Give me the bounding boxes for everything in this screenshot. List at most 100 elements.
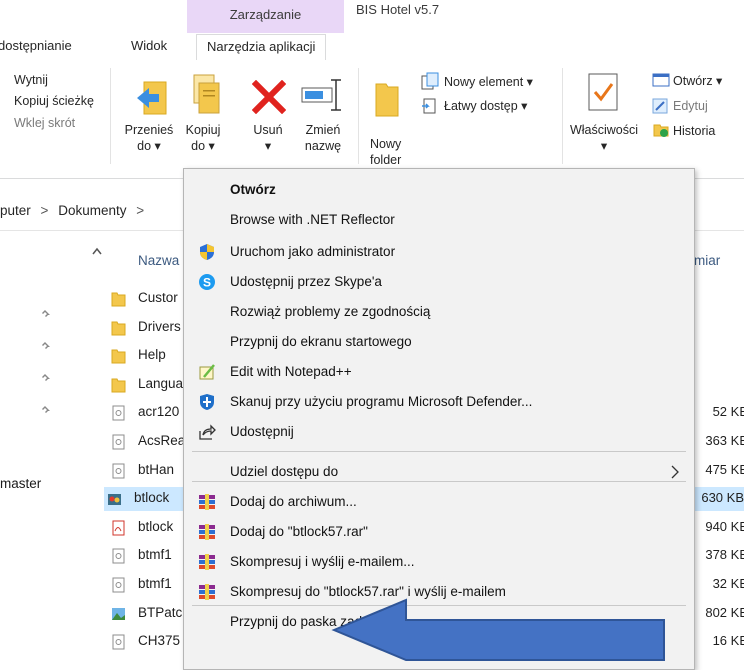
copy-to-icon: [193, 74, 220, 114]
menu-item[interactable]: Rozwiąż problemy ze zgodnością: [230, 304, 430, 319]
file-name: Drivers: [138, 318, 181, 334]
menu-item[interactable]: Dodaj do archiwum...: [230, 494, 357, 509]
context-menu: Otwórz Browse with .NET Reflector Uruchom …: [183, 168, 695, 670]
nav-pane-item[interactable]: master: [0, 476, 41, 491]
annotation-arrow: [331, 598, 665, 661]
new-item-button[interactable]: Nowy element ▾: [444, 74, 533, 90]
tab-application-tools[interactable]: Narzędzia aplikacji: [196, 34, 327, 61]
file-name: CH375: [138, 633, 181, 649]
notepad-plus-plus-icon: [199, 364, 215, 380]
move-to-label[interactable]: Przenieś: [120, 122, 178, 138]
paste-shortcut-button[interactable]: Wklej skrót: [14, 115, 75, 131]
copy-to-dropdown[interactable]: do ▾: [178, 138, 228, 154]
ribbon-tab-row: dostępnianie Widok Narzędzia aplikacji: [0, 34, 744, 61]
new-folder-label-2[interactable]: folder: [370, 152, 401, 168]
file-name: btHan: [138, 461, 175, 477]
menu-item[interactable]: Skanuj przy użyciu programu Microsoft De…: [230, 394, 532, 409]
file-icon: [112, 434, 125, 450]
delete-label[interactable]: Usuń: [246, 122, 290, 138]
file-name: btmf1: [138, 547, 172, 563]
ribbon-separator: [562, 68, 563, 164]
window-title: BIS Hotel v5.7: [356, 2, 440, 17]
contextual-tab-group-header: Zarządzanie: [187, 0, 344, 33]
skype-icon: S: [199, 274, 215, 290]
properties-icon: [588, 73, 618, 111]
pdf-icon: [112, 520, 125, 536]
menu-item[interactable]: Udostępnij: [230, 424, 294, 439]
new-folder-label[interactable]: Nowy: [370, 136, 401, 152]
new-folder-icon: [375, 83, 399, 117]
column-header-name[interactable]: Nazwa: [138, 253, 179, 268]
edit-button[interactable]: Edytuj: [673, 98, 708, 114]
tab-sharing[interactable]: dostępnianie: [0, 34, 72, 60]
pin-icon[interactable]: [40, 308, 52, 320]
pin-icon[interactable]: [40, 372, 52, 384]
edit-icon: [652, 98, 668, 114]
breadcrumb-separator: >: [40, 203, 49, 218]
properties-label[interactable]: Właściwości: [566, 122, 642, 138]
breadcrumb-computer[interactable]: puter: [0, 203, 31, 218]
svg-text:S: S: [203, 276, 211, 290]
menu-separator: [192, 451, 686, 452]
defender-icon: [200, 394, 214, 410]
menu-item[interactable]: Udostępnij przez Skype'a: [230, 274, 382, 289]
new-item-icon: [421, 72, 439, 90]
share-icon: [199, 424, 216, 440]
file-name: btlock: [134, 490, 170, 506]
file-name: acr120: [138, 404, 180, 420]
easy-access-button[interactable]: Łatwy dostęp ▾: [444, 98, 527, 114]
menu-item[interactable]: Browse with .NET Reflector: [230, 212, 395, 227]
scroll-up-icon[interactable]: [92, 247, 102, 255]
breadcrumb-documents[interactable]: Dokumenty: [58, 203, 126, 218]
folder-icon: [111, 378, 126, 393]
menu-item[interactable]: Otwórz: [230, 182, 276, 197]
folder-icon: [111, 292, 126, 307]
app-icon: [108, 494, 121, 506]
file-icon: [112, 577, 125, 593]
history-icon: [653, 124, 669, 137]
file-icon: [112, 405, 125, 421]
file-name: AcsRea: [138, 433, 186, 448]
menu-item[interactable]: Dodaj do "btlock57.rar": [230, 524, 368, 539]
menu-item[interactable]: Uruchom jako administrator: [230, 244, 395, 259]
file-name: Langua: [138, 375, 184, 391]
copy-to-label[interactable]: Kopiuj: [178, 122, 228, 138]
image-file-icon: [112, 607, 125, 620]
shield-icon: [200, 244, 214, 260]
winrar-icon: [199, 554, 215, 570]
menu-item[interactable]: Udziel dostępu do: [230, 464, 338, 479]
history-button[interactable]: Historia: [673, 123, 715, 139]
rename-label[interactable]: Zmień: [296, 122, 350, 138]
menu-item[interactable]: Skompresuj i wyślij e-mailem...: [230, 554, 415, 569]
move-to-icon: [137, 81, 167, 115]
move-to-dropdown[interactable]: do ▾: [120, 138, 178, 154]
rename-icon: [301, 79, 341, 111]
pin-icon[interactable]: [40, 340, 52, 352]
properties-dropdown[interactable]: ▾: [566, 138, 642, 154]
menu-separator: [192, 481, 686, 482]
folder-icon: [111, 321, 126, 336]
pin-icon[interactable]: [40, 404, 52, 416]
menu-item[interactable]: Przypnij do ekranu startowego: [230, 334, 412, 349]
ribbon-body: Wytnij Kopiuj ścieżkę Wklej skrót Przeni…: [0, 60, 744, 179]
address-bar[interactable]: puter > Dokumenty >: [0, 203, 144, 218]
file-name: btlock: [138, 518, 174, 534]
file-name: BTPatc: [138, 604, 183, 620]
winrar-icon: [199, 524, 215, 540]
file-name: Custor: [138, 290, 178, 305]
delete-dropdown[interactable]: ▾: [246, 138, 290, 154]
tab-view[interactable]: Widok: [131, 34, 167, 60]
rename-label-2[interactable]: nazwę: [296, 138, 350, 154]
delete-icon: [252, 80, 286, 114]
ribbon-separator: [110, 68, 111, 164]
cut-button[interactable]: Wytnij: [14, 72, 48, 88]
chevron-right-icon: [671, 465, 679, 479]
winrar-icon: [199, 584, 215, 600]
winrar-icon: [199, 494, 215, 510]
file-name: Help: [138, 347, 166, 363]
menu-item[interactable]: Edit with Notepad++: [230, 364, 352, 379]
open-button[interactable]: Otwórz ▾: [673, 73, 722, 89]
column-header-size[interactable]: miar: [694, 253, 720, 268]
copy-path-button[interactable]: Kopiuj ścieżkę: [14, 93, 94, 109]
breadcrumb-separator: >: [136, 203, 145, 218]
